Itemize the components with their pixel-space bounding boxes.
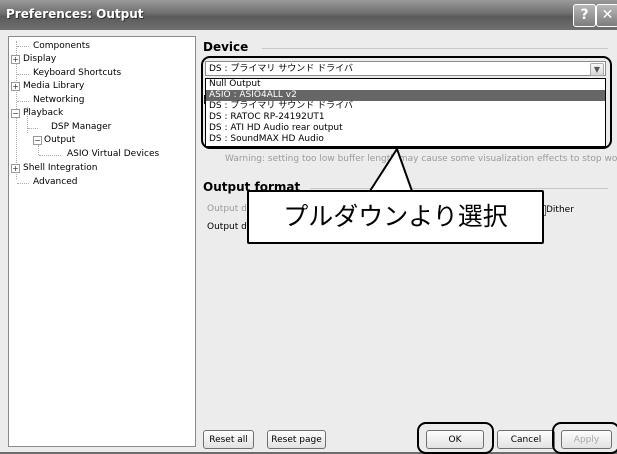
cancel-button[interactable]: Cancel — [497, 430, 555, 449]
apply-button[interactable]: Apply — [561, 430, 612, 449]
reset-page-button[interactable]: Reset page — [267, 430, 326, 449]
preferences-window: Preferences: Output ? ✕ Components + Dis… — [0, 0, 617, 454]
reset-all-button[interactable]: Reset all — [203, 430, 254, 449]
callout-box: プルダウンより選択 — [247, 190, 544, 244]
ok-button[interactable]: OK — [426, 430, 484, 449]
